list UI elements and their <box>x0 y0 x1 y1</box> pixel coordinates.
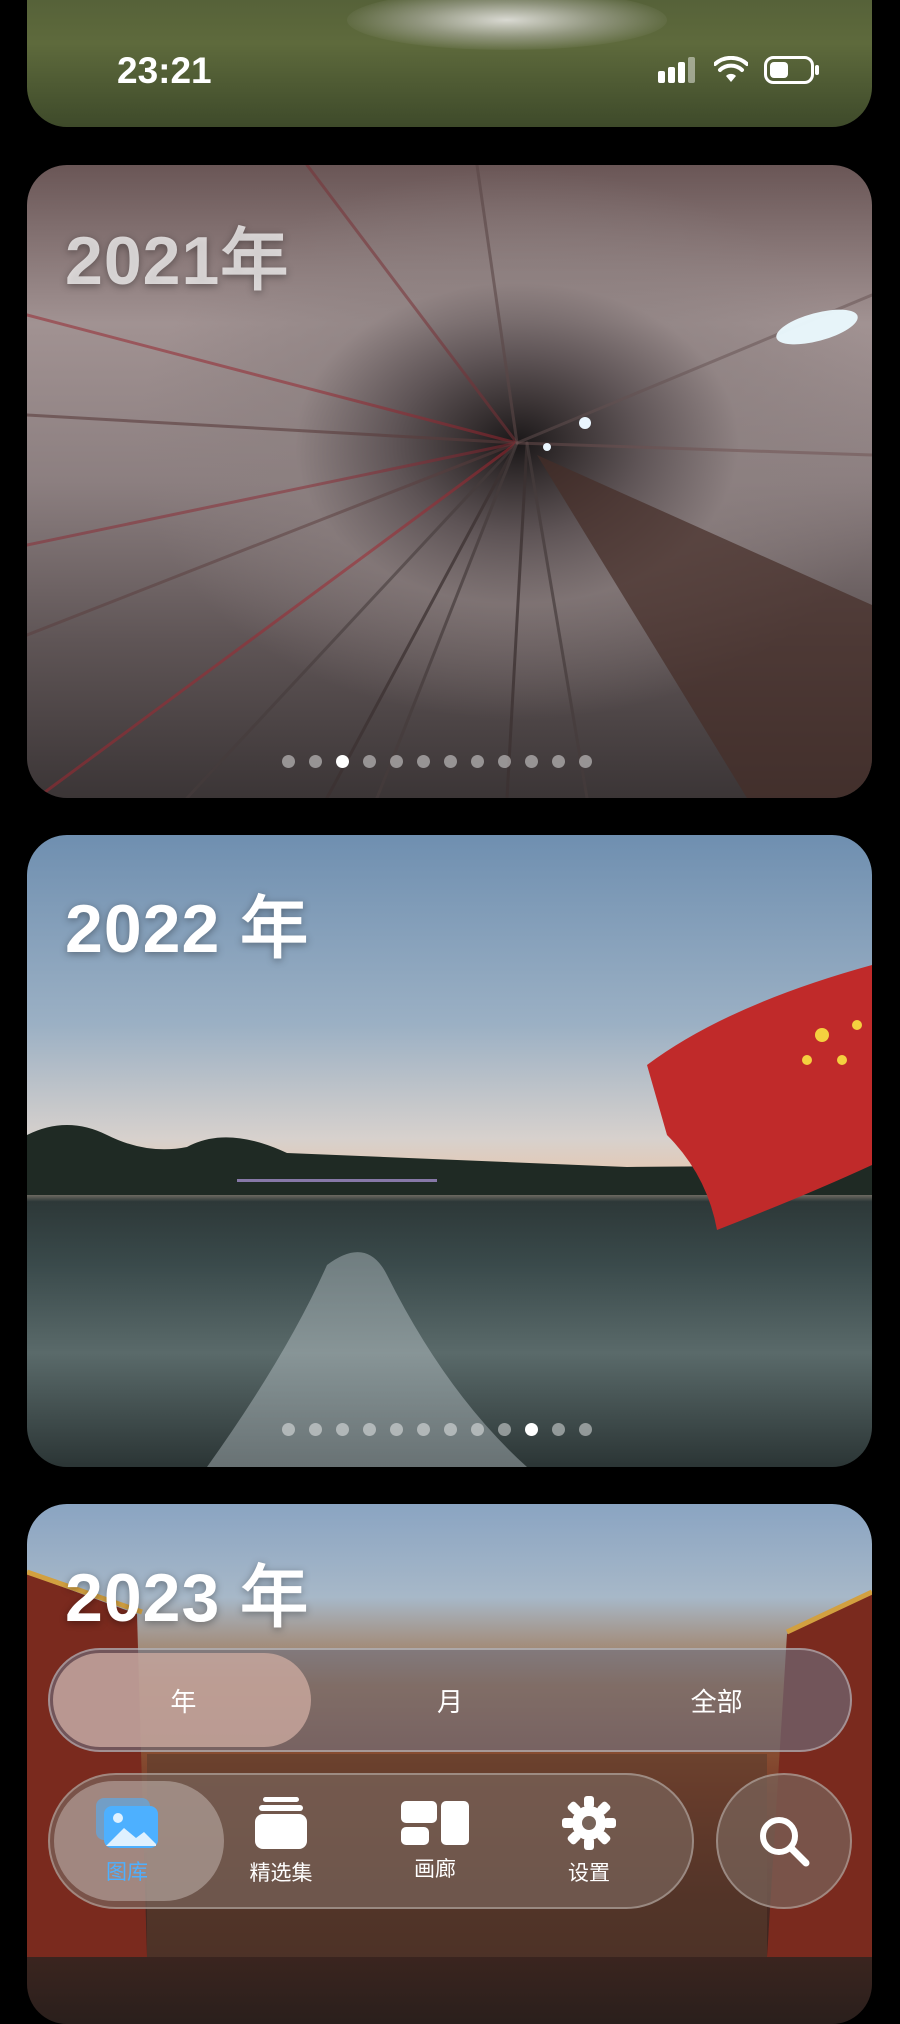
page-indicator <box>27 755 872 768</box>
collections-icon <box>255 1797 307 1849</box>
page-dot <box>443 755 457 768</box>
page-dot <box>416 1423 430 1436</box>
tab-library[interactable]: 图库 <box>50 1775 204 1907</box>
search-button[interactable] <box>716 1773 852 1909</box>
page-dot <box>443 1423 457 1436</box>
page-dot <box>362 1423 376 1436</box>
page-dot <box>578 1423 592 1436</box>
year-card-2022[interactable]: 2022 年 <box>27 835 872 1467</box>
tab-label: 图库 <box>106 1861 148 1884</box>
search-icon <box>760 1817 810 1867</box>
tab-gallery[interactable]: 画廊 <box>358 1775 512 1907</box>
page-dot <box>470 755 484 768</box>
tab-label: 画廊 <box>414 1858 456 1881</box>
year-card-2023[interactable]: 2023 年 <box>27 1504 872 2024</box>
page-dot <box>497 1423 511 1436</box>
page-dot <box>578 755 592 768</box>
page-dot <box>551 755 565 768</box>
battery-icon <box>764 56 819 84</box>
tab-collections[interactable]: 精选集 <box>204 1775 358 1907</box>
page-dot <box>389 1423 403 1436</box>
cellular-signal-icon <box>658 57 695 83</box>
year-card-2021[interactable]: 2021年 <box>27 165 872 798</box>
page-dot <box>389 755 403 768</box>
page-dot-active <box>335 755 349 768</box>
tab-label: 精选集 <box>249 1862 313 1885</box>
page-dot <box>335 1423 349 1436</box>
page-dot <box>470 1423 484 1436</box>
page-dot <box>308 755 322 768</box>
segment-all[interactable]: 全部 <box>583 1650 850 1750</box>
segment-year[interactable]: 年 <box>50 1650 317 1750</box>
page-dot <box>308 1423 322 1436</box>
page-indicator <box>27 1423 872 1436</box>
page-dot <box>497 755 511 768</box>
page-dot <box>524 755 538 768</box>
view-mode-switch: 年 月 全部 <box>48 1648 852 1752</box>
status-icons <box>658 56 820 84</box>
wifi-icon <box>714 56 748 82</box>
gallery-icon <box>401 1801 469 1845</box>
status-time: 23:21 <box>117 50 212 91</box>
gear-icon <box>562 1796 616 1850</box>
year-label: 2022 年 <box>65 891 310 967</box>
page-dot <box>281 755 295 768</box>
bottom-tab-bar: 图库 精选集 画廊 设置 <box>48 1773 694 1909</box>
page-dot <box>551 1423 565 1436</box>
page-dot-active <box>524 1423 538 1436</box>
page-dot <box>416 755 430 768</box>
photo-library-icon <box>96 1798 158 1848</box>
page-dot <box>362 755 376 768</box>
tab-label: 设置 <box>568 1862 610 1885</box>
segment-month[interactable]: 月 <box>317 1650 584 1750</box>
page-dot <box>281 1423 295 1436</box>
year-label: 2023 年 <box>65 1560 310 1636</box>
status-bar: 23:21 <box>0 0 900 140</box>
year-label: 2021年 <box>65 223 290 299</box>
tab-settings[interactable]: 设置 <box>512 1775 666 1907</box>
